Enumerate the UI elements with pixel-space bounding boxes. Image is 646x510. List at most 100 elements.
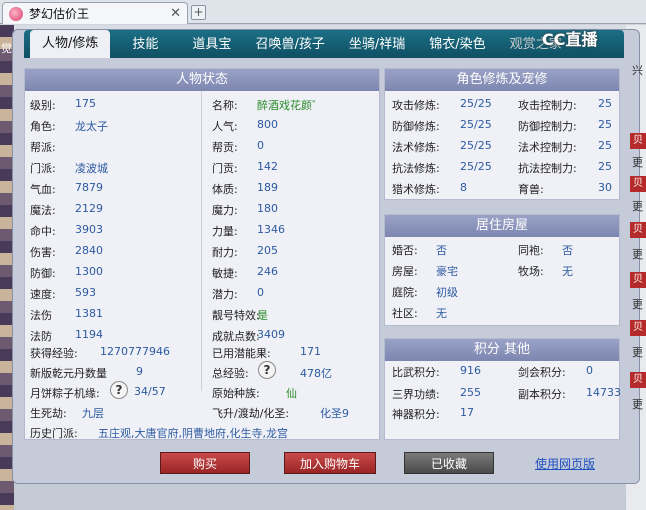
points-left-2-value: 17 bbox=[460, 406, 474, 419]
use-web-version-link[interactable]: 使用网页版 bbox=[535, 455, 595, 472]
history-value: 五庄观,大唐官府,阴曹地府,化生寺,龙宫 bbox=[98, 427, 288, 440]
status-right-3-label: 门贡: bbox=[212, 162, 238, 175]
tab-character[interactable]: 人物/修炼 bbox=[30, 30, 111, 58]
status-right-10-label: 靓号特效: bbox=[212, 309, 260, 322]
browser-tab[interactable]: 梦幻估价王 ✕ bbox=[2, 2, 188, 24]
cult-right-1-value: 25 bbox=[598, 118, 612, 131]
house-right-0-value: 否 bbox=[562, 244, 573, 257]
status-left-6-label: 命中: bbox=[30, 225, 56, 238]
status-right-1-value: 800 bbox=[257, 118, 278, 131]
points-right-0-label: 剑会积分: bbox=[518, 366, 566, 379]
points-right-1-label: 副本积分: bbox=[518, 388, 566, 401]
status-right-9-label: 潜力: bbox=[212, 288, 238, 301]
cult-right-1-label: 防御控制力: bbox=[518, 120, 577, 133]
help-icon[interactable]: ? bbox=[258, 361, 276, 379]
tab-items[interactable]: 道具宝 bbox=[180, 32, 243, 58]
cult-right-4-value: 30 bbox=[598, 181, 612, 194]
cult-left-1-value: 25/25 bbox=[460, 118, 492, 131]
status-left-5-value: 2129 bbox=[75, 202, 103, 215]
cult-left-0-value: 25/25 bbox=[460, 97, 492, 110]
background-more-text: 更 bbox=[632, 346, 643, 359]
status-left-0-label: 级别: bbox=[30, 99, 56, 112]
status-right-0-label: 名称: bbox=[212, 99, 238, 112]
cult-right-3-label: 抗法控制力: bbox=[518, 162, 577, 175]
house-left-3-value: 无 bbox=[436, 307, 447, 320]
status-title: 人物状态 bbox=[25, 69, 379, 91]
status-left-4-label: 气血: bbox=[30, 183, 56, 196]
used-pot-label: 已用潜能果: bbox=[212, 347, 271, 360]
cc-logo: CC直播 bbox=[542, 30, 598, 49]
dan-value: 9 bbox=[136, 365, 143, 378]
status-right-4-value: 189 bbox=[257, 181, 278, 194]
house-left-3-label: 社区: bbox=[392, 307, 418, 320]
status-right-10-value: 是 bbox=[257, 309, 268, 322]
status-right-4-label: 体质: bbox=[212, 183, 238, 196]
cult-right-2-value: 25 bbox=[598, 139, 612, 152]
status-left-1-label: 角色: bbox=[30, 120, 56, 133]
life-label: 生死劫: bbox=[30, 407, 67, 420]
background-more-text: 兴 bbox=[632, 64, 643, 77]
close-tab-icon[interactable]: ✕ bbox=[170, 6, 181, 21]
help-icon[interactable]: ? bbox=[110, 381, 128, 399]
tab-treasure-label: 宝 bbox=[218, 37, 232, 52]
background-left-text: 觉 bbox=[1, 42, 12, 55]
total-exp-label: 总经验: bbox=[212, 367, 249, 380]
browser-tabbar: 梦幻估价王 ✕ + bbox=[0, 0, 646, 24]
top-navigation: 人物/修炼 技能 道具宝 召唤兽/孩子 坐骑/祥瑞 锦衣/染色 观赏之家 bbox=[24, 30, 624, 58]
points-title: 积分 其他 bbox=[385, 339, 619, 361]
status-left-9-value: 593 bbox=[75, 286, 96, 299]
house-title: 居住房屋 bbox=[385, 215, 619, 237]
cultivation-title: 角色修炼及宠修 bbox=[385, 69, 619, 91]
background-more-text: 更 bbox=[632, 298, 643, 311]
status-left-8-value: 1300 bbox=[75, 265, 103, 278]
status-left-3-value: 凌波城 bbox=[75, 162, 108, 175]
house-left-1-label: 房屋: bbox=[392, 265, 418, 278]
background-buy-tag: 贝 bbox=[630, 222, 646, 238]
status-right-0-value: 醉酒戏花颜゛ bbox=[257, 99, 323, 112]
points-right-0-value: 0 bbox=[586, 364, 593, 377]
tab-summons[interactable]: 召唤兽/孩子 bbox=[243, 32, 336, 58]
history-label: 历史门派: bbox=[30, 427, 78, 440]
status-divider bbox=[201, 91, 202, 391]
cult-left-0-label: 攻击修炼: bbox=[392, 99, 440, 112]
tab-costume[interactable]: 锦衣/染色 bbox=[417, 32, 497, 58]
status-left-11-label: 法防 bbox=[30, 330, 52, 343]
status-right-1-label: 人气: bbox=[212, 120, 238, 133]
buy-button[interactable]: 购买 bbox=[160, 452, 250, 474]
house-right-1-label: 牧场: bbox=[518, 265, 544, 278]
status-left-0-value: 175 bbox=[75, 97, 96, 110]
background-buy-tag: 贝 bbox=[630, 133, 646, 149]
status-left-3-label: 门派: bbox=[30, 162, 56, 175]
status-right-2-label: 帮贡: bbox=[212, 141, 238, 154]
status-left-9-label: 速度: bbox=[30, 288, 56, 301]
cult-right-2-label: 法术控制力: bbox=[518, 141, 577, 154]
tab-title: 梦幻估价王 bbox=[29, 7, 90, 21]
status-right-7-label: 耐力: bbox=[212, 246, 238, 259]
cult-left-1-label: 防御修炼: bbox=[392, 120, 440, 133]
status-left-1-value: 龙太子 bbox=[75, 120, 108, 133]
house-left-1-value: 豪宅 bbox=[436, 265, 458, 278]
house-left-0-value: 否 bbox=[436, 244, 447, 257]
house-left-2-label: 庭院: bbox=[392, 286, 418, 299]
points-left-2-label: 神器积分: bbox=[392, 408, 440, 421]
add-to-cart-button[interactable]: 加入购物车 bbox=[284, 452, 376, 474]
cult-right-0-value: 25 bbox=[598, 97, 612, 110]
cult-right-4-label: 育兽: bbox=[518, 183, 544, 196]
status-left-7-value: 2840 bbox=[75, 244, 103, 257]
cult-left-4-value: 8 bbox=[460, 181, 467, 194]
tab-skills[interactable]: 技能 bbox=[120, 32, 170, 58]
background-buy-tag: 贝 bbox=[630, 320, 646, 336]
tab-items-label: 道具 bbox=[192, 37, 219, 52]
status-left-7-label: 伤害: bbox=[30, 246, 56, 259]
cult-right-0-label: 攻击控制力: bbox=[518, 99, 577, 112]
background-buy-tag: 贝 bbox=[630, 272, 646, 288]
exp-value: 1270777946 bbox=[100, 345, 170, 358]
dan-label: 新版乾元丹数量 bbox=[30, 367, 107, 380]
new-tab-button[interactable]: + bbox=[191, 5, 206, 20]
background-buy-tag: 贝 bbox=[630, 176, 646, 192]
cult-left-2-label: 法术修炼: bbox=[392, 141, 440, 154]
collected-button[interactable]: 已收藏 bbox=[404, 452, 494, 474]
tab-mounts[interactable]: 坐骑/祥瑞 bbox=[337, 32, 417, 58]
status-left-4-value: 7879 bbox=[75, 181, 103, 194]
status-right-8-value: 246 bbox=[257, 265, 278, 278]
